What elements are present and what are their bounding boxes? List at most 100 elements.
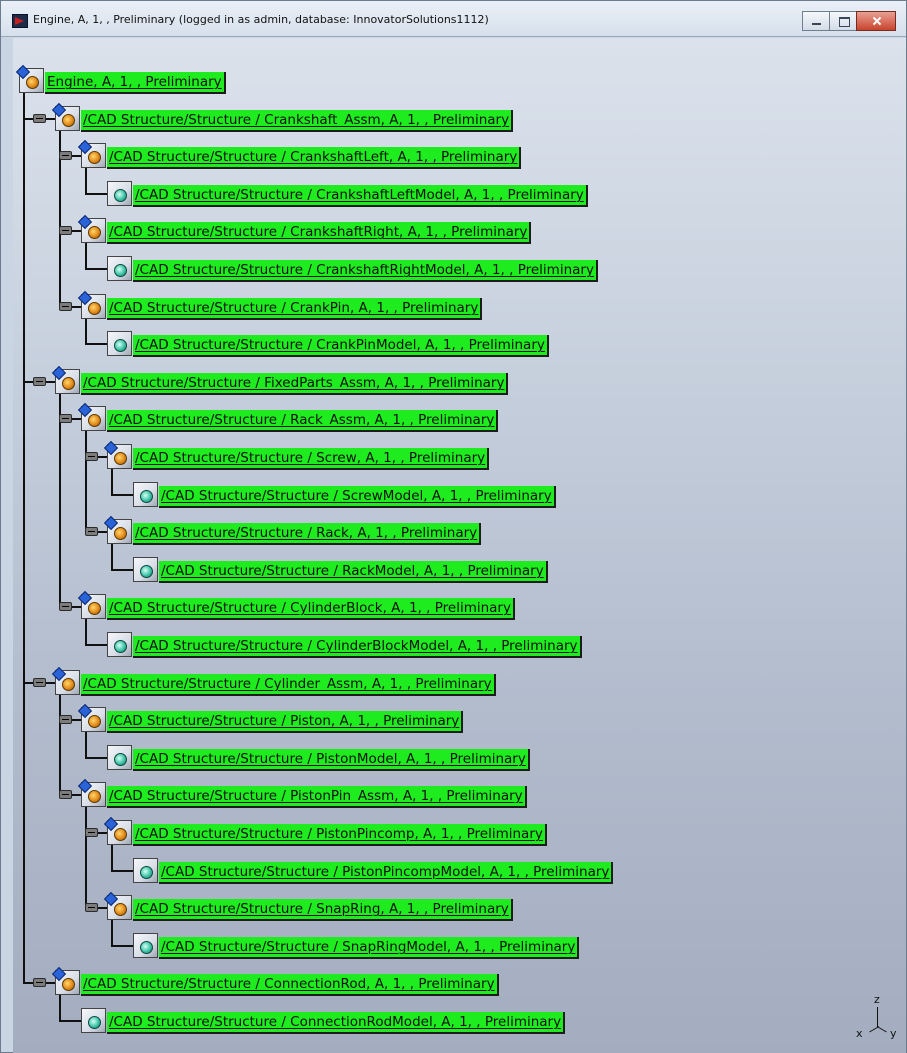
tree-node-label[interactable]: /CAD Structure/Structure / PistonModel, … xyxy=(133,749,530,771)
part-icon[interactable] xyxy=(81,1008,106,1033)
tree-node-label[interactable]: /CAD Structure/Structure / CylinderBlock… xyxy=(107,598,515,620)
collapse-toggle-icon[interactable] xyxy=(33,114,46,123)
catia-app-icon[interactable] xyxy=(12,14,28,28)
assembly-icon[interactable] xyxy=(77,214,106,243)
tree-node-label[interactable]: /CAD Structure/Structure / ConnectionRod… xyxy=(81,974,499,996)
part-icon[interactable] xyxy=(107,745,132,770)
tree-node-label[interactable]: /CAD Structure/Structure / RackModel, A,… xyxy=(159,561,548,583)
tree-node[interactable]: /CAD Structure/Structure / FixedParts_As… xyxy=(13,365,893,395)
tree-node-label[interactable]: /CAD Structure/Structure / PistonPincomp… xyxy=(133,824,547,846)
collapse-toggle-icon[interactable] xyxy=(33,978,46,987)
tree-node-label[interactable]: /CAD Structure/Structure / CrankPinModel… xyxy=(133,335,549,357)
tree-node-label[interactable]: /CAD Structure/Structure / CrankshaftRig… xyxy=(107,222,532,244)
assembly-icon[interactable] xyxy=(51,365,80,394)
tree-node-label[interactable]: /CAD Structure/Structure / ScrewModel, A… xyxy=(159,486,556,508)
tree-node[interactable]: /CAD Structure/Structure / CrankshaftLef… xyxy=(13,181,893,207)
assembly-icon[interactable] xyxy=(103,891,132,920)
assembly-icon[interactable] xyxy=(77,139,106,168)
tree-node[interactable]: /CAD Structure/Structure / CrankPin, A, … xyxy=(13,290,893,320)
tree-node[interactable]: /CAD Structure/Structure / PistonModel, … xyxy=(13,745,893,771)
assembly-icon[interactable] xyxy=(51,966,80,995)
tree-node[interactable]: /CAD Structure/Structure / ConnectionRod… xyxy=(13,966,893,996)
assembly-icon[interactable] xyxy=(77,703,106,732)
tree-node-label[interactable]: /CAD Structure/Structure / Rack, A, 1, ,… xyxy=(133,523,482,545)
tree-node[interactable]: /CAD Structure/Structure / Rack_Assm, A,… xyxy=(13,402,893,432)
tree-node[interactable]: /CAD Structure/Structure / Crankshaft_As… xyxy=(13,102,893,132)
maximize-button[interactable] xyxy=(829,11,857,31)
minimize-button[interactable] xyxy=(802,11,830,31)
tree-node-label[interactable]: /CAD Structure/Structure / PistonPincomp… xyxy=(159,862,614,884)
part-icon[interactable] xyxy=(133,933,158,958)
part-icon[interactable] xyxy=(133,858,158,883)
tree-node[interactable]: /CAD Structure/Structure / PistonPin_Ass… xyxy=(13,778,893,808)
collapse-toggle-icon[interactable] xyxy=(59,414,72,423)
collapse-toggle-icon[interactable] xyxy=(59,790,72,799)
tree-node-label[interactable]: /CAD Structure/Structure / Screw, A, 1, … xyxy=(133,448,490,470)
part-icon[interactable] xyxy=(107,181,132,206)
tree-node-label[interactable]: /CAD Structure/Structure / CrankPin, A, … xyxy=(107,298,483,320)
tree-node[interactable]: /CAD Structure/Structure / ScrewModel, A… xyxy=(13,482,893,508)
tree-node-label[interactable]: /CAD Structure/Structure / Cylinder_Assm… xyxy=(81,674,496,696)
tree-node[interactable]: /CAD Structure/Structure / PistonPincomp… xyxy=(13,816,893,846)
tree-node-label[interactable]: /CAD Structure/Structure / CrankshaftRig… xyxy=(133,260,598,282)
tree-node[interactable]: /CAD Structure/Structure / PistonPincomp… xyxy=(13,858,893,884)
tree-node[interactable]: /CAD Structure/Structure / Screw, A, 1, … xyxy=(13,440,893,470)
tree-node-label[interactable]: /CAD Structure/Structure / FixedParts_As… xyxy=(81,373,509,395)
assembly-icon[interactable] xyxy=(15,64,44,93)
tree-node-label[interactable]: /CAD Structure/Structure / CrankshaftLef… xyxy=(107,147,522,169)
tree-node[interactable]: /CAD Structure/Structure / RackModel, A,… xyxy=(13,557,893,583)
tree-node-label[interactable]: /CAD Structure/Structure / Piston, A, 1,… xyxy=(107,711,464,733)
assembly-icon[interactable] xyxy=(103,440,132,469)
title-bar[interactable]: Engine, A, 1, , Preliminary (logged in a… xyxy=(1,1,906,37)
tree-node[interactable]: /CAD Structure/Structure / CrankshaftRig… xyxy=(13,214,893,244)
tree-node[interactable]: /CAD Structure/Structure / CrankshaftLef… xyxy=(13,139,893,169)
collapse-toggle-icon[interactable] xyxy=(59,302,72,311)
tree-node-label[interactable]: /CAD Structure/Structure / PistonPin_Ass… xyxy=(107,786,527,808)
tree-node[interactable]: /CAD Structure/Structure / SnapRingModel… xyxy=(13,933,893,959)
assembly-icon[interactable] xyxy=(77,590,106,619)
tree-node-label[interactable]: /CAD Structure/Structure / ConnectionRod… xyxy=(107,1012,566,1034)
tree-node[interactable]: /CAD Structure/Structure / CrankshaftRig… xyxy=(13,256,893,282)
assembly-icon[interactable] xyxy=(103,816,132,845)
collapse-toggle-icon[interactable] xyxy=(59,602,72,611)
tree-node[interactable]: /CAD Structure/Structure / ConnectionRod… xyxy=(13,1008,893,1034)
tree-node[interactable]: /CAD Structure/Structure / SnapRing, A, … xyxy=(13,891,893,921)
assembly-icon[interactable] xyxy=(77,290,106,319)
part-icon[interactable] xyxy=(107,331,132,356)
assembly-icon[interactable] xyxy=(77,778,106,807)
collapse-toggle-icon[interactable] xyxy=(59,151,72,160)
tree-node-label[interactable]: Engine, A, 1, , Preliminary xyxy=(45,72,226,94)
assembly-icon[interactable] xyxy=(51,666,80,695)
tree-node[interactable]: /CAD Structure/Structure / Piston, A, 1,… xyxy=(13,703,893,733)
part-icon[interactable] xyxy=(133,557,158,582)
collapse-toggle-icon[interactable] xyxy=(85,903,98,912)
assembly-icon[interactable] xyxy=(103,515,132,544)
part-body-icon xyxy=(114,753,127,766)
collapse-toggle-icon[interactable] xyxy=(33,678,46,687)
tree-node-label[interactable]: /CAD Structure/Structure / SnapRingModel… xyxy=(159,937,580,959)
assembly-icon[interactable] xyxy=(77,402,106,431)
tree-node-label[interactable]: /CAD Structure/Structure / Rack_Assm, A,… xyxy=(107,410,499,432)
part-icon[interactable] xyxy=(107,632,132,657)
tree-node[interactable]: Engine, A, 1, , Preliminary xyxy=(13,64,893,94)
tree-node[interactable]: /CAD Structure/Structure / Cylinder_Assm… xyxy=(13,666,893,696)
collapse-toggle-icon[interactable] xyxy=(59,226,72,235)
tree-node-label[interactable]: /CAD Structure/Structure / Crankshaft_As… xyxy=(81,110,514,132)
collapse-toggle-icon[interactable] xyxy=(85,828,98,837)
specification-tree-canvas[interactable]: z x y Engine, A, 1, , Preliminary/CAD St… xyxy=(13,38,906,1053)
tree-node[interactable]: /CAD Structure/Structure / CrankPinModel… xyxy=(13,331,893,357)
close-button[interactable] xyxy=(856,11,896,31)
collapse-toggle-icon[interactable] xyxy=(33,377,46,386)
part-icon[interactable] xyxy=(107,256,132,281)
part-icon[interactable] xyxy=(133,482,158,507)
collapse-toggle-icon[interactable] xyxy=(85,527,98,536)
tree-node-label[interactable]: /CAD Structure/Structure / SnapRing, A, … xyxy=(133,899,513,921)
tree-node[interactable]: /CAD Structure/Structure / CylinderBlock… xyxy=(13,632,893,658)
collapse-toggle-icon[interactable] xyxy=(85,452,98,461)
tree-node[interactable]: /CAD Structure/Structure / Rack, A, 1, ,… xyxy=(13,515,893,545)
tree-node-label[interactable]: /CAD Structure/Structure / CrankshaftLef… xyxy=(133,185,588,207)
collapse-toggle-icon[interactable] xyxy=(59,715,72,724)
tree-node-label[interactable]: /CAD Structure/Structure / CylinderBlock… xyxy=(133,636,582,658)
tree-node[interactable]: /CAD Structure/Structure / CylinderBlock… xyxy=(13,590,893,620)
assembly-icon[interactable] xyxy=(51,102,80,131)
